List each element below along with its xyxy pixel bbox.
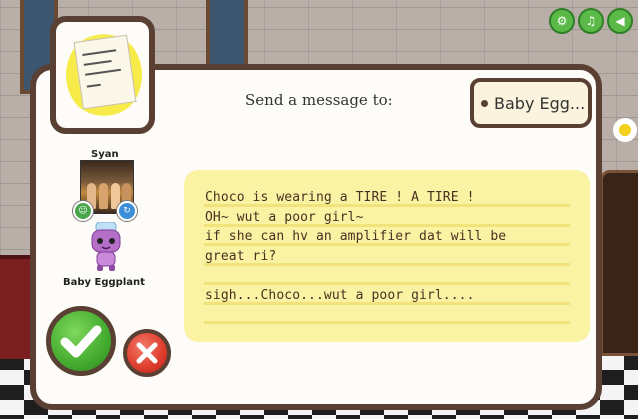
sender-name: Syan: [91, 149, 119, 160]
close-icon: [136, 342, 158, 364]
refresh-icon[interactable]: ↻: [117, 201, 137, 221]
recipient-tag-label: Baby Egg...: [494, 93, 586, 113]
send-to-label: Send a message to:: [245, 91, 393, 109]
cancel-button[interactable]: [123, 329, 171, 377]
message-text: Choco is wearing a TIRE ! A TIRE ! OH~ w…: [205, 190, 507, 303]
note-icon: [73, 34, 137, 110]
tag-hole-icon: [481, 100, 488, 107]
settings-icon[interactable]: ⚙: [549, 8, 575, 34]
send-button[interactable]: [46, 306, 116, 376]
recipient-name: Baby Eggplant: [63, 277, 145, 288]
message-textarea[interactable]: Choco is wearing a TIRE ! A TIRE ! OH~ w…: [184, 170, 590, 342]
friend-icon[interactable]: ☺: [73, 201, 93, 221]
recipient-tag[interactable]: Baby Egg...: [470, 78, 592, 128]
note-icon-frame: [50, 16, 155, 134]
baby-eggplant-avatar[interactable]: [86, 222, 126, 272]
flower-decoration: [613, 118, 637, 142]
music-icon[interactable]: ♫: [578, 8, 604, 34]
sound-icon[interactable]: ◀: [607, 8, 633, 34]
checkmark-icon: [60, 325, 102, 358]
wooden-furniture: [600, 170, 638, 356]
